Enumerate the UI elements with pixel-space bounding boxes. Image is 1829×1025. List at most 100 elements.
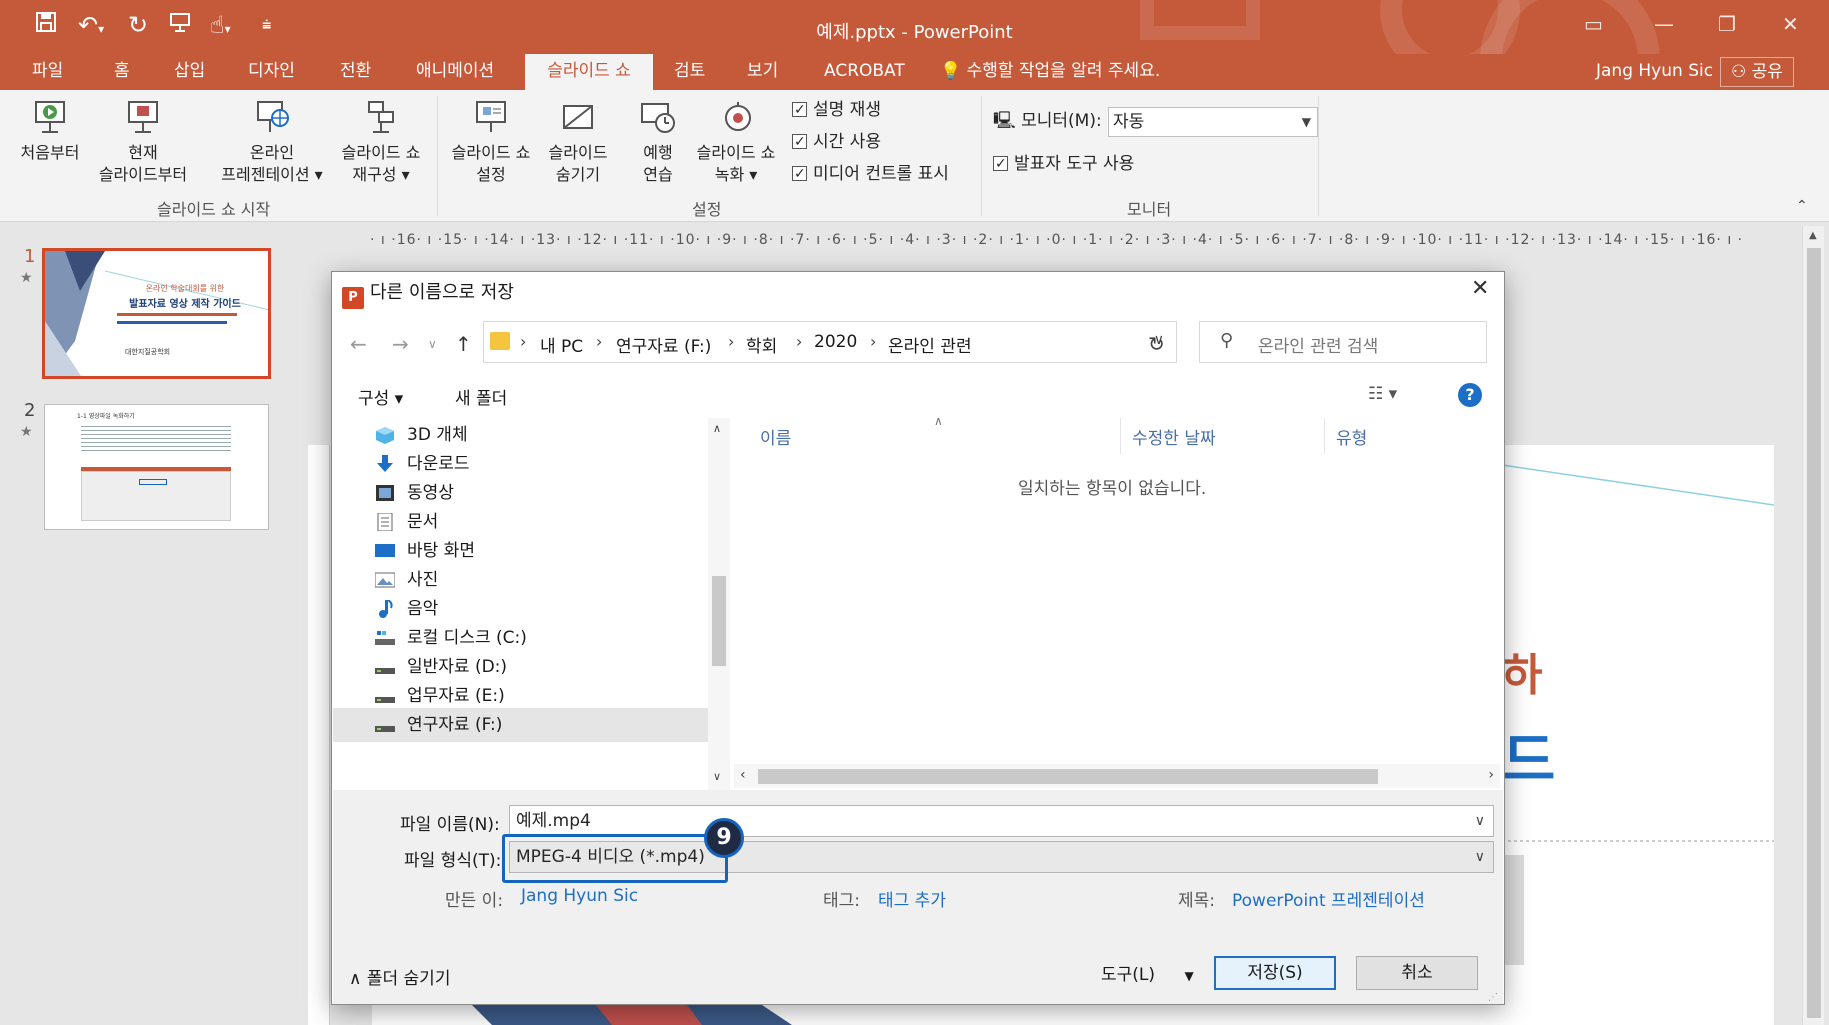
scroll-left-icon[interactable]: ‹ (740, 767, 746, 783)
column-header-name[interactable]: 이름 (760, 424, 791, 449)
address-bar[interactable]: › 내 PC › 연구자료 (F:) › 학회 › 2020 › 온라인 관련 … (483, 321, 1177, 363)
breadcrumb-drive-f[interactable]: 연구자료 (F:) (616, 332, 711, 357)
tags-add-link[interactable]: 태그 추가 (878, 886, 946, 911)
tab-home[interactable]: 홈 (100, 54, 144, 90)
title-value[interactable]: PowerPoint 프레젠테이션 (1232, 886, 1425, 911)
scroll-right-icon[interactable]: › (1488, 767, 1494, 783)
svg-text:하: 하 (1502, 651, 1542, 700)
chevron-down-icon: ▼ (1301, 115, 1311, 129)
tab-insert[interactable]: 삽입 (160, 54, 219, 90)
column-divider[interactable] (1120, 418, 1121, 454)
title-bar: ↶▾ ↻ ☝▾ ⩧ 예제.pptx - PowerPoint ▭ — ❐ ✕ (0, 0, 1829, 54)
view-options-icon[interactable]: ☷ ▾ (1368, 384, 1397, 404)
save-button[interactable]: 저장(S) (1214, 956, 1336, 990)
forward-arrow-icon[interactable]: → (392, 332, 409, 356)
scroll-thumb[interactable] (758, 769, 1378, 784)
record-label-2: 녹화 ▾ (714, 165, 758, 184)
tell-me-box[interactable]: 💡 수행할 작업을 알려 주세요. (940, 54, 1160, 88)
search-input[interactable]: ⚲ 온라인 관련 검색 (1199, 321, 1487, 363)
slide-thumbnail-2[interactable]: 1-1 영상파일 녹화하기 (44, 404, 269, 530)
slide-number: 1 (24, 246, 36, 267)
tab-review[interactable]: 검토 (660, 54, 719, 90)
collapse-ribbon-icon[interactable]: ⌃ (1796, 198, 1808, 214)
tools-dropdown[interactable]: 도구(L) ▼ (1101, 960, 1194, 985)
tab-slide-show[interactable]: 슬라이드 쇼 (525, 54, 653, 90)
column-header-type[interactable]: 유형 (1336, 424, 1367, 449)
close-window-icon[interactable]: ✕ (1782, 12, 1799, 36)
from-beginning-button[interactable]: 처음부터 (10, 98, 90, 164)
custom-slide-show-button[interactable]: 슬라이드 쇼 재구성 ▾ (333, 98, 429, 186)
scroll-down-icon[interactable]: ∨ (713, 770, 721, 783)
breadcrumb-separator: › (520, 332, 527, 351)
recent-locations-icon[interactable]: ∨ (428, 337, 437, 351)
hide-folders-toggle[interactable]: ∧ 폴더 숨기기 (349, 964, 450, 989)
cancel-button[interactable]: 취소 (1356, 956, 1478, 990)
user-name[interactable]: Jang Hyun Sic (1596, 54, 1713, 88)
monitor-select[interactable]: 자동 ▼ (1108, 107, 1318, 137)
scroll-thumb[interactable] (712, 576, 726, 666)
custom-show-label-1: 슬라이드 쇼 (341, 143, 421, 162)
tab-acrobat[interactable]: ACROBAT (810, 54, 919, 90)
from-current-slide-button[interactable]: 현재 슬라이드부터 (88, 98, 198, 186)
sort-ascending-icon: ∧ (934, 414, 943, 428)
scroll-up-icon[interactable]: ∧ (713, 422, 721, 435)
rehearse-timings-button[interactable]: 예행 연습 (630, 98, 686, 186)
play-from-current-icon (128, 101, 158, 133)
new-folder-button[interactable]: 새 폴더 (455, 384, 507, 409)
breadcrumb-this-pc[interactable]: 내 PC (540, 332, 583, 357)
present-online-button[interactable]: 온라인 프레젠테이션 ▾ (210, 98, 334, 186)
set-up-show-icon (476, 101, 506, 132)
ribbon-display-options-icon[interactable]: ▭ (1584, 12, 1603, 36)
svg-text:드: 드 (1502, 728, 1555, 793)
refresh-icon[interactable]: ↻ (1148, 332, 1165, 356)
breadcrumb-separator: › (796, 332, 803, 351)
breadcrumb-folder-2[interactable]: 2020 (814, 332, 857, 352)
hide-slide-icon (563, 105, 593, 129)
tab-design[interactable]: 디자인 (234, 54, 309, 90)
hide-slide-label-1: 슬라이드 (548, 143, 608, 162)
nav-pane-scrollbar[interactable]: ∧ ∨ (708, 418, 730, 790)
set-up-slide-show-button[interactable]: 슬라이드 쇼 설정 (443, 98, 539, 186)
hide-slide-button[interactable]: 슬라이드 숨기기 (538, 98, 618, 186)
ribbon: 처음부터 현재 슬라이드부터 온라인 프레젠테이션 ▾ 슬라이드 쇼 재구성 ▾… (0, 90, 1829, 222)
up-arrow-icon[interactable]: ↑ (455, 332, 472, 356)
chevron-down-icon[interactable]: ∨ (1475, 806, 1485, 836)
presenter-view-checkbox[interactable]: 발표자 도구 사용 (993, 152, 1134, 176)
minimize-icon[interactable]: — (1654, 12, 1674, 36)
tab-file[interactable]: 파일 (18, 54, 77, 90)
organize-button[interactable]: 구성 ▾ (358, 384, 403, 409)
checkbox-checked-icon (792, 98, 807, 122)
column-divider[interactable] (1324, 418, 1325, 454)
file-list-horizontal-scrollbar[interactable]: ‹ › (734, 764, 1500, 788)
monitor-icon: 🖳 (993, 111, 1016, 131)
resize-grip-icon[interactable]: ⋰ (1488, 992, 1498, 1003)
authors-value[interactable]: Jang Hyun Sic (521, 886, 638, 906)
close-dialog-icon[interactable]: ✕ (1471, 276, 1489, 301)
tab-transitions[interactable]: 전환 (326, 54, 385, 90)
use-timings-checkbox[interactable]: 시간 사용 (792, 130, 881, 154)
custom-show-label-2: 재구성 ▾ (352, 165, 410, 184)
scroll-up-icon[interactable]: ▲ (1809, 230, 1817, 241)
from-current-label-2: 슬라이드부터 (98, 165, 188, 184)
breadcrumb-current[interactable]: 온라인 관련 (888, 332, 972, 357)
title-label: 제목: (1178, 891, 1216, 911)
play-narrations-checkbox[interactable]: 설명 재생 (792, 98, 881, 122)
drive-icon (375, 697, 395, 703)
back-arrow-icon[interactable]: ← (350, 332, 367, 356)
help-icon[interactable]: ? (1458, 383, 1482, 407)
tab-view[interactable]: 보기 (733, 54, 792, 90)
scroll-thumb[interactable] (1807, 248, 1821, 1018)
chevron-down-icon[interactable]: ∨ (1475, 842, 1485, 872)
record-slide-show-button[interactable]: 슬라이드 쇼 녹화 ▾ (686, 98, 786, 186)
filename-field[interactable]: 예제.mp4 ∨ (509, 805, 1494, 837)
nav-item-drive-f[interactable]: 연구자료 (F:) (333, 708, 711, 742)
horizontal-ruler: · ı ·16· ı ·15· ı ·14· ı ·13· ı ·12· ı ·… (370, 232, 1744, 248)
maximize-icon[interactable]: ❐ (1718, 12, 1736, 36)
show-media-controls-checkbox[interactable]: 미디어 컨트롤 표시 (792, 162, 949, 186)
tab-animations[interactable]: 애니메이션 (402, 54, 508, 90)
slide-thumbnail-1[interactable]: 온라인 학술대회를 위한 발표자료 영상 제작 가이드 대한지질공학회 (42, 248, 271, 379)
vertical-scrollbar[interactable]: ▲ (1802, 226, 1824, 1025)
column-header-date-modified[interactable]: 수정한 날짜 (1132, 424, 1216, 449)
share-button[interactable]: ⚇ 공유 (1720, 57, 1794, 87)
breadcrumb-folder-1[interactable]: 학회 (746, 332, 777, 357)
